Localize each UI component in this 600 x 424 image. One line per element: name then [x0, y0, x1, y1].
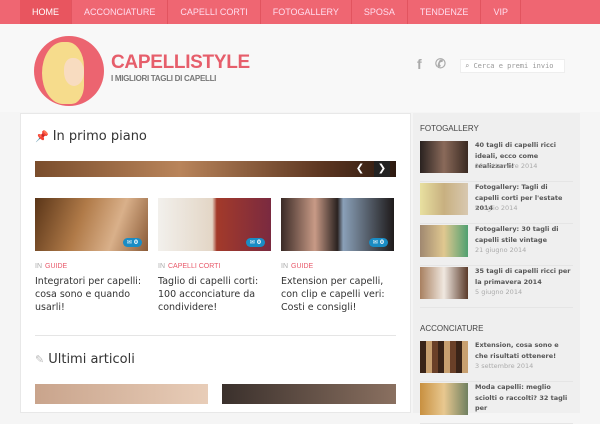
nav-tendenze[interactable]: TENDENZE	[408, 0, 482, 24]
nav-fotogallery[interactable]: FOTOGALLERY	[261, 0, 352, 24]
post-thumbnail[interactable]	[35, 384, 208, 404]
main-nav: HOME ACCONCIATURE CAPELLI CORTI FOTOGALL…	[0, 0, 600, 24]
comment-badge[interactable]: ✉ 0	[368, 238, 388, 247]
comment-badge[interactable]: ✉ 0	[122, 238, 142, 247]
post-card[interactable]: ✉ 0 IN CAPELLI CORTI Taglio di capelli co…	[158, 198, 271, 314]
sidebar: FOTOGALLERY 40 tagli di capelli ricci id…	[413, 113, 580, 424]
sidebar-post[interactable]: Fotogallery: 30 tagli di capelli stile v…	[420, 224, 573, 266]
post-category: IN CAPELLI CORTI	[158, 263, 221, 270]
featured-slider[interactable]: ❮ ❯	[35, 161, 396, 177]
nav-acconciature[interactable]: ACCONCIATURE	[72, 0, 169, 24]
post-title[interactable]: 35 tagli di capelli ricci per la primave…	[475, 266, 573, 287]
widget-title-acconciature: ACCONCIATURE	[420, 324, 484, 333]
logo-image[interactable]	[34, 36, 104, 106]
pin-icon: 📌	[35, 130, 49, 143]
nav-sposa[interactable]: SPOSA	[352, 0, 408, 24]
widget-title-fotogallery: FOTOGALLERY	[420, 124, 479, 133]
pencil-icon: ✎	[35, 353, 45, 366]
post-thumbnail[interactable]: ✉ 0	[281, 198, 394, 251]
post-category: IN GUIDE	[281, 263, 314, 270]
post-title[interactable]: Extension per capelli, con clip e capell…	[281, 275, 394, 314]
site-title[interactable]: CAPELLISTYLE	[111, 52, 250, 74]
post-thumbnail[interactable]	[420, 267, 468, 299]
search-placeholder: Cerca e premi invio	[473, 62, 554, 70]
nav-capelli-corti[interactable]: CAPELLI CORTI	[168, 0, 261, 24]
post-title[interactable]: Extension, cosa sono e che risultati ott…	[475, 340, 573, 361]
post-thumbnail[interactable]	[420, 225, 468, 257]
featured-heading: 📌 In primo piano	[35, 129, 147, 144]
site-tagline: I MIGLIORI TAGLI DI CAPELLI	[111, 74, 217, 83]
prev-arrow-icon[interactable]: ❮	[352, 161, 368, 177]
post-thumbnail[interactable]	[420, 141, 468, 173]
latest-heading: ✎ Ultimi articoli	[35, 352, 135, 367]
post-thumbnail[interactable]	[420, 341, 468, 373]
search-input[interactable]: ⌕ Cerca e premi invio	[460, 59, 565, 73]
main-content: 📌 In primo piano ❮ ❯ ✉ 0 IN GUIDE Integrat…	[20, 113, 411, 413]
category-link[interactable]: CAPELLI CORTI	[168, 263, 220, 270]
post-date: 5 luglio 2014	[475, 204, 518, 212]
post-title[interactable]: Taglio di capelli corti: 100 acconciatur…	[158, 275, 271, 314]
post-card[interactable]: ✉ 0 IN GUIDE Integratori per capelli: cos…	[35, 198, 148, 314]
post-card[interactable]: ✉ 0 IN GUIDE Extension per capelli, con c…	[281, 198, 394, 314]
post-title[interactable]: Moda capelli: meglio sciolti o raccolti?…	[475, 382, 573, 414]
post-thumbnail[interactable]	[420, 383, 468, 415]
sidebar-post[interactable]: 35 tagli di capelli ricci per la primave…	[420, 266, 573, 308]
site-header: CAPELLISTYLE I MIGLIORI TAGLI DI CAPELLI…	[0, 24, 600, 112]
sidebar-post[interactable]: Fotogallery: Tagli di capelli corti per …	[420, 182, 573, 224]
post-title[interactable]: Integratori per capelli: cosa sono e qua…	[35, 275, 148, 314]
nav-vip[interactable]: VIP	[481, 0, 521, 24]
post-date: 19 settembre 2014	[475, 162, 538, 170]
phone-icon[interactable]: ✆	[435, 56, 446, 72]
sidebar-post[interactable]: Moda capelli: meglio sciolti o raccolti?…	[420, 382, 573, 424]
post-thumbnail[interactable]: ✉ 0	[158, 198, 271, 251]
category-link[interactable]: GUIDE	[45, 263, 67, 270]
post-thumbnail[interactable]: ✉ 0	[35, 198, 148, 251]
comment-badge[interactable]: ✉ 0	[245, 238, 265, 247]
nav-home[interactable]: HOME	[20, 0, 72, 24]
category-link[interactable]: GUIDE	[291, 263, 313, 270]
post-date: 5 giugno 2014	[475, 288, 523, 296]
sidebar-post[interactable]: Extension, cosa sono e che risultati ott…	[420, 340, 573, 382]
section-divider	[35, 335, 396, 336]
facebook-icon[interactable]: f	[417, 56, 422, 72]
latest-title: Ultimi articoli	[48, 352, 135, 367]
post-thumbnail[interactable]	[420, 183, 468, 215]
post-date: 3 settembre 2014	[475, 362, 534, 370]
post-thumbnail[interactable]	[222, 384, 396, 404]
post-category: IN GUIDE	[35, 263, 68, 270]
post-title[interactable]: Fotogallery: 30 tagli di capelli stile v…	[475, 224, 573, 245]
next-arrow-icon[interactable]: ❯	[374, 161, 390, 177]
post-date: 21 giugno 2014	[475, 246, 527, 254]
sidebar-post[interactable]: 40 tagli di capelli ricci ideali, ecco c…	[420, 140, 573, 182]
featured-title: In primo piano	[52, 129, 147, 144]
